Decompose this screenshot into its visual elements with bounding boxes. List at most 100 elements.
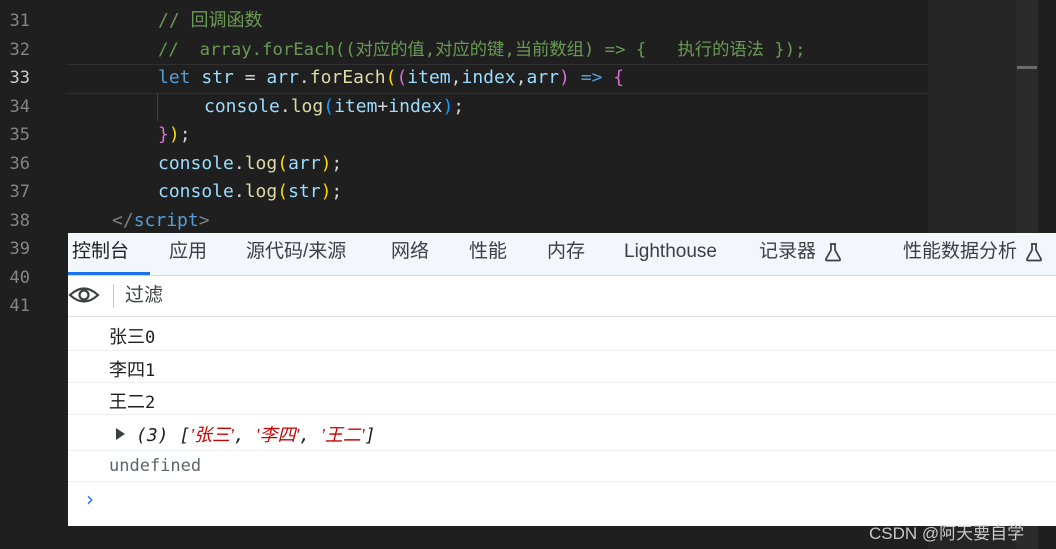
array-item: '李四'	[255, 425, 300, 445]
bracket: )	[320, 181, 332, 202]
punctuation: .	[298, 67, 310, 88]
code-line-31: // 回调函数	[158, 10, 263, 31]
variable: console	[158, 152, 234, 174]
undefined-value: undefined	[109, 456, 202, 476]
line-number-active: 33	[9, 68, 30, 88]
tab-label: 性能数据分析	[903, 241, 1018, 262]
code-line-38: </script>	[112, 207, 210, 236]
array-sep: ,	[299, 425, 321, 446]
code-line-33: let str = arr.forEach((item,index,arr) =…	[158, 64, 624, 93]
log-number: 2	[145, 393, 156, 413]
console-log-row: 张三0	[68, 317, 1056, 351]
console-log-row: 李四1	[68, 350, 1056, 383]
parameter: item	[407, 67, 451, 88]
log-number: 1	[145, 361, 156, 381]
log-text: 王二	[109, 392, 145, 412]
bracket: (	[396, 67, 408, 88]
line-number: 39	[9, 239, 30, 259]
toolbar-divider	[113, 284, 114, 308]
punctuation: ,	[515, 67, 527, 88]
variable: arr	[266, 67, 299, 88]
code-area[interactable]: // 回调函数 // array.forEach((对应的值,对应的键,当前数组…	[66, 0, 928, 235]
bracket: (	[277, 152, 289, 174]
function-name: log	[244, 152, 278, 174]
bracket: }	[158, 124, 169, 145]
line-number: 40	[9, 267, 30, 288]
variable: console	[158, 181, 234, 202]
tab-application[interactable]: 应用	[169, 233, 207, 275]
log-number: 0	[145, 328, 156, 348]
tab-lighthouse[interactable]: Lighthouse	[624, 233, 717, 275]
eye-icon[interactable]	[68, 283, 100, 307]
line-number: 34	[9, 96, 30, 117]
indent-guide	[157, 93, 158, 121]
array-count: (3)	[136, 425, 169, 446]
log-message: 王二2	[109, 388, 155, 414]
punctuation: ;	[331, 152, 343, 174]
prompt-chevron-icon[interactable]: ›	[86, 487, 94, 511]
console-log-row: 王二2	[68, 382, 1056, 415]
tab-sources[interactable]: 源代码/来源	[246, 233, 346, 275]
code-line-34: console.log(item+index);	[204, 93, 464, 122]
line-number: 35	[9, 125, 30, 145]
tab-performance[interactable]: 性能	[469, 233, 507, 275]
array-preview: (3) ['张三', '李四', '王二']	[136, 421, 376, 447]
flask-icon	[1026, 243, 1042, 262]
punctuation: .	[233, 152, 245, 174]
scrollbar-thumb[interactable]	[1017, 66, 1037, 69]
code-line-35: });	[158, 121, 191, 150]
punctuation: =	[233, 67, 267, 88]
console-return-row: undefined	[68, 450, 1056, 482]
tag-bracket: >	[198, 209, 210, 231]
bracket: (	[323, 95, 335, 117]
expand-triangle-icon[interactable]	[116, 428, 125, 440]
tab-label: 记录器	[759, 241, 817, 262]
punctuation: .	[233, 181, 245, 202]
bracket: )	[168, 124, 180, 145]
array-open: [	[179, 425, 191, 446]
variable: index	[388, 95, 443, 117]
log-message: 李四1	[109, 356, 155, 382]
punctuation: +	[377, 95, 389, 117]
punctuation: ;	[179, 124, 191, 145]
variable: item	[334, 95, 378, 117]
variable: console	[204, 95, 280, 117]
line-number: 32	[9, 39, 30, 60]
array-item: '王二'	[320, 425, 365, 445]
log-text: 李四	[109, 360, 145, 380]
variable: arr	[288, 152, 321, 174]
punctuation: ;	[331, 181, 343, 202]
line-number: 36	[9, 153, 30, 174]
keyword: let	[158, 67, 191, 88]
bracket: )	[559, 67, 570, 88]
console-array-row[interactable]: (3) ['张三', '李四', '王二']	[68, 414, 1056, 451]
line-number: 31	[9, 11, 30, 31]
line-number: 38	[9, 210, 30, 231]
punctuation: ,	[450, 67, 462, 88]
bracket: {	[613, 67, 625, 88]
devtools-panel: 控制台 应用 源代码/来源 网络 性能 内存 Lighthouse 记录器 性能…	[68, 233, 1056, 526]
variable: str	[201, 67, 234, 88]
line-number-gutter: 31 32 33 34 35 36 37 38 39 40 41	[0, 0, 58, 549]
parameter: index	[461, 67, 516, 88]
line-number: 41	[9, 296, 30, 316]
variable: str	[288, 181, 321, 202]
bracket: )	[442, 95, 454, 117]
watermark: CSDN @阿天要自学	[869, 524, 1025, 543]
tab-console[interactable]: 控制台	[72, 233, 129, 275]
tab-recorder[interactable]: 记录器	[759, 233, 842, 275]
tab-network[interactable]: 网络	[391, 233, 429, 275]
bracket: )	[320, 152, 332, 174]
bracket: (	[385, 67, 397, 88]
tag-name: script	[133, 209, 199, 231]
tab-performance-insights[interactable]: 性能数据分析	[903, 233, 1043, 275]
code-line-36: console.log(arr);	[158, 150, 342, 179]
parameter: arr	[526, 67, 560, 88]
active-tab-indicator	[68, 272, 150, 275]
array-sep: ,	[233, 425, 256, 446]
punctuation: ;	[453, 95, 465, 117]
console-filter-bar	[68, 276, 1056, 317]
tab-memory[interactable]: 内存	[547, 233, 585, 275]
code-line-32: // array.forEach((对应的值,对应的键,当前数组) => { 执…	[158, 39, 806, 60]
filter-input[interactable]	[125, 281, 1045, 311]
